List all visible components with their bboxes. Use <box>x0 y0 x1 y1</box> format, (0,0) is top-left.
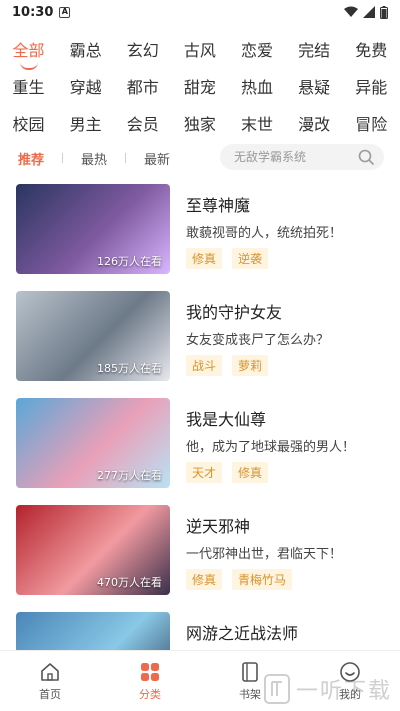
tag-badge[interactable]: 修真 <box>186 248 223 269</box>
category-item[interactable]: 冒险 <box>343 111 400 135</box>
comic-cover[interactable]: 185万人在看 <box>16 291 170 381</box>
category-item[interactable]: 男主 <box>57 111 114 135</box>
category-row: 全部 霸总 玄幻 古风 恋爱 完结 免费 <box>0 30 400 67</box>
category-item[interactable]: 异能 <box>343 74 400 98</box>
sort-tab-hottest[interactable]: 最热 <box>81 149 107 168</box>
sort-bar: 推荐 最热 最新 <box>0 144 400 172</box>
category-item[interactable]: 穿越 <box>57 74 114 98</box>
divider <box>62 153 64 163</box>
search-icon[interactable] <box>358 149 374 165</box>
comic-list-item[interactable]: 126万人在看 至尊神魔敢藐视哥的人，统统拍死！ 修真 逆袭 <box>0 180 400 287</box>
search-input[interactable] <box>234 150 354 164</box>
nav-home[interactable]: 首页 <box>0 651 100 711</box>
category-row: 重生 穿越 都市 甜宠 热血 悬疑 异能 <box>0 67 400 104</box>
category-item[interactable]: 悬疑 <box>286 74 343 98</box>
category-item[interactable]: 玄幻 <box>114 37 171 61</box>
category-item[interactable]: 甜宠 <box>171 74 228 98</box>
viewer-count: 277万人在看 <box>97 469 162 482</box>
comic-title[interactable]: 我的守护女友 <box>186 299 282 323</box>
comic-title[interactable]: 我是大仙尊 <box>186 406 266 430</box>
comic-description: 敢藐视哥的人，统统拍死！ <box>186 226 343 241</box>
category-item[interactable]: 霸总 <box>57 37 114 61</box>
category-item[interactable]: 都市 <box>114 74 171 98</box>
comic-title[interactable]: 网游之近战法师 <box>186 620 298 644</box>
category-item[interactable]: 古风 <box>171 37 228 61</box>
tag-badge[interactable]: 天才 <box>186 462 223 483</box>
comic-tags: 修真 逆袭 <box>186 248 269 269</box>
comic-tags: 天才 修真 <box>186 462 269 483</box>
category-item[interactable]: 末世 <box>229 111 286 135</box>
tag-badge[interactable]: 逆袭 <box>232 248 269 269</box>
category-item[interactable]: 全部 <box>0 37 57 61</box>
category-item[interactable]: 热血 <box>229 74 286 98</box>
sort-tab-newest[interactable]: 最新 <box>144 149 170 168</box>
wifi-icon <box>344 6 358 17</box>
battery-icon <box>380 5 388 19</box>
divider <box>125 153 127 163</box>
comic-cover[interactable]: 277万人在看 <box>16 398 170 488</box>
home-icon <box>41 662 59 681</box>
comic-cover[interactable]: 470万人在看 <box>16 505 170 595</box>
comic-list-item[interactable]: 185万人在看 我的守护女友女友变成丧尸了怎么办？ 战斗 萝莉 <box>0 287 400 394</box>
category-item[interactable]: 独家 <box>171 111 228 135</box>
viewer-count: 126万人在看 <box>97 255 162 268</box>
comic-description: 一代邪神出世，君临天下！ <box>186 547 343 562</box>
nav-label: 书架 <box>239 687 261 701</box>
tag-badge[interactable]: 战斗 <box>186 355 223 376</box>
category-row: 校园 男主 会员 独家 末世 漫改 冒险 <box>0 104 400 141</box>
category-item[interactable]: 校园 <box>0 111 57 135</box>
comic-tags: 修真 青梅竹马 <box>186 569 293 590</box>
watermark: 一听下载 <box>263 673 392 705</box>
comic-list: 126万人在看 至尊神魔 敢藐视哥的人，统统拍死！ 修真 逆袭 185万人在看 我的守护女友… <box>0 180 400 711</box>
category-item[interactable]: 会员 <box>114 111 171 135</box>
comic-title[interactable]: 逆天邪神 <box>186 513 250 537</box>
category-grid: 全部 霸总 玄幻 古风 恋爱 完结 免费 重生 穿越 都市 甜宠 热血 悬疑 异能 校园 男主 会员 独家 末世 漫改… <box>0 30 400 141</box>
tag-badge[interactable]: 修真 <box>232 462 269 483</box>
comic-tags: 战斗 萝莉 <box>186 355 269 376</box>
tag-badge[interactable]: 修真 <box>186 569 223 590</box>
sim-icon: A <box>59 6 71 18</box>
category-item[interactable]: 免费 <box>343 37 400 61</box>
comic-list-item[interactable]: 277万人在看 我是大仙尊他，成为了地球最强的男人！ 天才 修真 <box>0 394 400 501</box>
search-box[interactable] <box>220 144 384 170</box>
category-item[interactable]: 完结 <box>286 37 343 61</box>
category-item[interactable]: 重生 <box>0 74 57 98</box>
watermark-logo-icon <box>263 674 290 704</box>
comic-list-item[interactable]: 470万人在看 逆天邪神一代邪神出世，君临天下！ 修真 青梅竹马 <box>0 501 400 608</box>
signal-icon <box>363 6 375 18</box>
comic-description: 女友变成丧尸了怎么办？ <box>186 333 330 348</box>
status-bar: 10:30 A <box>0 0 400 24</box>
nav-category[interactable]: 分类 <box>100 651 200 711</box>
category-item[interactable]: 漫改 <box>286 111 343 135</box>
category-icon <box>141 662 159 681</box>
comic-description: 他，成为了地球最强的男人！ <box>186 440 356 455</box>
sort-tab-recommend[interactable]: 推荐 <box>18 149 44 168</box>
comic-title[interactable]: 至尊神魔 <box>186 192 250 216</box>
nav-label: 分类 <box>139 687 161 701</box>
status-time: 10:30 <box>12 4 54 20</box>
comic-cover[interactable]: 126万人在看 <box>16 184 170 274</box>
tag-badge[interactable]: 萝莉 <box>232 355 269 376</box>
viewer-count: 185万人在看 <box>97 362 162 375</box>
bookshelf-icon <box>242 661 258 682</box>
viewer-count: 470万人在看 <box>97 576 162 589</box>
watermark-text: 一听下载 <box>295 679 392 704</box>
tag-badge[interactable]: 青梅竹马 <box>232 569 293 590</box>
category-item[interactable]: 恋爱 <box>229 37 286 61</box>
nav-label: 首页 <box>39 687 61 701</box>
